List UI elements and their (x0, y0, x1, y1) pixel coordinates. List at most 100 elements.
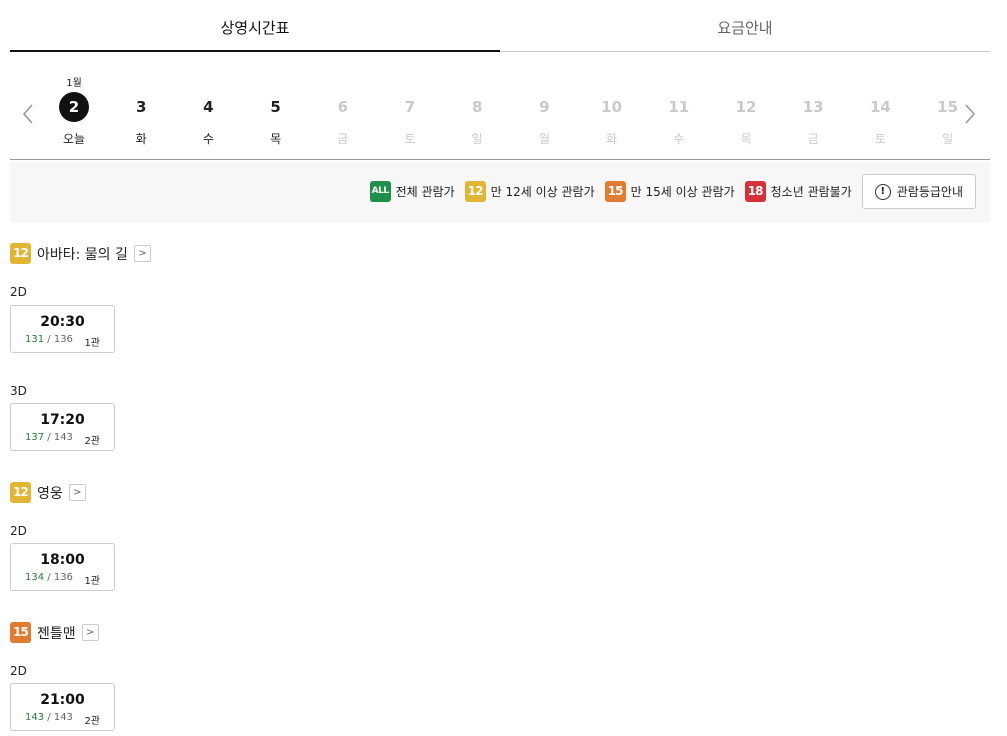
remaining-seats: 131 (25, 334, 45, 345)
remaining-seats: 134 (25, 572, 45, 583)
showtime-time: 18:00 (40, 552, 85, 568)
format-label: 2D (10, 285, 27, 299)
day-item: 12 목 (726, 92, 766, 156)
legend-label: 전체 관람가 (395, 185, 455, 199)
showtime-button[interactable]: 21:00 143 / 143 2관 (10, 683, 115, 731)
seat-count: 137 / 143 (25, 432, 73, 443)
rating-guide-button[interactable]: ! 관람등급안내 (861, 174, 976, 209)
movie-title-row: 12 아바타: 물의 길 > (10, 243, 151, 264)
hall-label: 1관 (84, 338, 100, 349)
movie-title[interactable]: 영웅 (37, 483, 63, 503)
rating-legend: ALL 전체 관람가 12 만 12세 이상 관람가 15 만 15세 이상 관… (10, 162, 990, 223)
day-of-week: 토 (404, 132, 416, 146)
movie-title-row: 15 젠틀맨 > (10, 622, 99, 643)
remaining-seats: 137 (25, 432, 45, 443)
day-number: 3 (135, 98, 147, 116)
showtime-button[interactable]: 20:30 131 / 136 1관 (10, 305, 115, 353)
day-item: 9월 (524, 92, 564, 156)
day-item: 14 토 (860, 92, 900, 156)
date-selector: 1월 2 오늘 3 화 4 수 5 목 6 금 7 토 8 일 9 월 10 화 11 수 12 목 13 금 14 토 15 일 (10, 52, 990, 160)
total-seats: 136 (53, 334, 73, 345)
day-of-week: 금 (807, 132, 819, 146)
showtime-button[interactable]: 17:20 137 / 143 2관 (10, 403, 115, 451)
rating-12-icon: 12 (10, 482, 31, 503)
tab-pricing[interactable]: 요금안내 (500, 0, 990, 52)
legend-item-12: 12 만 12세 이상 관람가 (464, 181, 595, 202)
day-number: 6 (337, 98, 349, 116)
total-seats: 136 (53, 572, 73, 583)
day-item[interactable]: 3화 (121, 92, 161, 156)
day-number: 2 (59, 92, 89, 122)
tab-showtimes[interactable]: 상영시간표 (10, 0, 500, 52)
rating-all-icon: ALL (369, 181, 391, 202)
day-of-week: 화 (135, 132, 147, 146)
day-item: 10 화 (592, 92, 632, 156)
rating-guide-label: 관람등급안내 (896, 185, 963, 199)
seat-count: 131 / 136 (25, 334, 73, 345)
day-of-week: 일 (942, 132, 954, 146)
day-item[interactable]: 4수 (188, 92, 228, 156)
day-item: 7토 (390, 92, 430, 156)
total-seats: 143 (53, 432, 73, 443)
day-number: 12 (735, 98, 757, 116)
rating-18-icon: 18 (744, 181, 766, 202)
rating-12-icon: 12 (464, 181, 486, 202)
day-number: 7 (404, 98, 416, 116)
showtime-time: 17:20 (40, 412, 85, 428)
rating-15-icon: 15 (604, 181, 626, 202)
showtime-time: 21:00 (40, 692, 85, 708)
format-label: 3D (10, 384, 27, 398)
legend-item-18: 18 청소년 관람불가 (744, 181, 852, 202)
movie-detail-arrow-icon[interactable]: > (133, 245, 151, 262)
day-number: 4 (203, 98, 214, 116)
day-number: 15 (937, 98, 959, 116)
day-of-week: 목 (740, 132, 752, 146)
legend-label: 만 15세 이상 관람가 (630, 185, 735, 199)
info-icon: ! (874, 183, 891, 200)
format-label: 2D (10, 524, 27, 538)
hall-label: 2관 (84, 436, 100, 447)
day-of-week: 오늘 (62, 132, 86, 146)
showtime-time: 20:30 (40, 314, 85, 330)
month-label: 1월 (66, 78, 82, 89)
day-of-week: 화 (606, 132, 618, 146)
day-number: 14 (869, 98, 891, 116)
day-item: 6금 (323, 92, 363, 156)
legend-label: 만 12세 이상 관람가 (490, 185, 595, 199)
legend-item-all: ALL 전체 관람가 (369, 181, 455, 202)
day-number: 9 (539, 98, 550, 116)
movie-title-row: 12 영웅 > (10, 482, 86, 503)
next-arrow-icon[interactable] (962, 102, 978, 126)
movie-title[interactable]: 젠틀맨 (37, 623, 76, 643)
day-number: 10 (601, 98, 623, 116)
day-number: 5 (270, 98, 281, 116)
seat-count: 134 / 136 (25, 572, 73, 583)
legend-item-15: 15 만 15세 이상 관람가 (604, 181, 735, 202)
rating-15-icon: 15 (10, 622, 31, 643)
showtime-button[interactable]: 18:00 134 / 136 1관 (10, 543, 115, 591)
hall-label: 1관 (84, 576, 100, 587)
remaining-seats: 143 (25, 712, 45, 723)
day-of-week: 토 (874, 132, 886, 146)
day-number: 8 (471, 98, 483, 116)
day-number: 13 (802, 98, 824, 116)
movie-title[interactable]: 아바타: 물의 길 (37, 244, 128, 264)
day-item[interactable]: 5목 (256, 92, 296, 156)
day-item: 11 수 (659, 92, 699, 156)
hall-label: 2관 (84, 716, 100, 727)
day-of-week: 금 (337, 132, 349, 146)
prev-arrow-icon[interactable] (20, 102, 36, 126)
day-item: 13 금 (793, 92, 833, 156)
rating-12-icon: 12 (10, 243, 31, 264)
movie-detail-arrow-icon[interactable]: > (81, 624, 99, 641)
day-of-week: 일 (471, 132, 483, 146)
format-label: 2D (10, 664, 27, 678)
day-of-week: 월 (538, 132, 550, 146)
day-of-week: 수 (202, 132, 214, 146)
seat-count: 143 / 143 (25, 712, 73, 723)
movie-detail-arrow-icon[interactable]: > (68, 484, 86, 501)
tab-bar: 상영시간표 요금안내 (10, 0, 990, 52)
day-item[interactable]: 2 오늘 (54, 92, 94, 156)
legend-label: 청소년 관람불가 (770, 185, 852, 199)
day-of-week: 수 (673, 132, 685, 146)
